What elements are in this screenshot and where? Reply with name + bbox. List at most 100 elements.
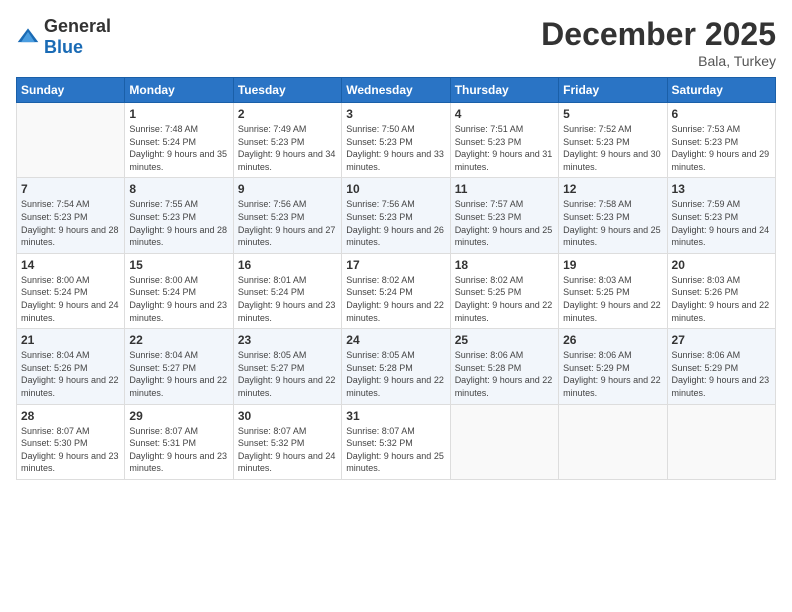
calendar-cell xyxy=(17,103,125,178)
calendar-week-row: 7Sunrise: 7:54 AM Sunset: 5:23 PM Daylig… xyxy=(17,178,776,253)
calendar-cell: 5Sunrise: 7:52 AM Sunset: 5:23 PM Daylig… xyxy=(559,103,667,178)
calendar-cell: 22 Sunrise: 8:04 AM Sunset: 5:27 PM Dayli… xyxy=(125,329,233,404)
day-number: 15 xyxy=(129,258,228,272)
day-number: 26 xyxy=(563,333,662,347)
cell-sun-info: Sunrise: 8:01 AM Sunset: 5:24 PM Dayligh… xyxy=(238,274,337,324)
calendar-cell: 3 Sunrise: 7:50 AM Sunset: 5:23 PM Daylig… xyxy=(342,103,450,178)
day-number: 21 xyxy=(21,333,120,347)
cell-sun-info: Sunrise: 8:00 AM Sunset: 5:24 PM Dayligh… xyxy=(129,274,228,324)
cell-sun-info: Sunrise: 7:51 AM Sunset: 5:23 PM Dayligh… xyxy=(455,123,554,173)
calendar-cell: 31 Sunrise: 8:07 AM Sunset: 5:32 PM Dayli… xyxy=(342,404,450,479)
day-number: 18 xyxy=(455,258,554,272)
day-number: 27 xyxy=(672,333,771,347)
day-number: 8 xyxy=(129,182,228,196)
calendar-cell: 6 Sunrise: 7:53 AM Sunset: 5:23 PM Daylig… xyxy=(667,103,775,178)
day-number: 13 xyxy=(672,182,771,196)
weekday-header: Wednesday xyxy=(342,78,450,103)
calendar-cell: 15 Sunrise: 8:00 AM Sunset: 5:24 PM Dayli… xyxy=(125,253,233,328)
weekday-header: Thursday xyxy=(450,78,558,103)
calendar-cell: 19 Sunrise: 8:03 AM Sunset: 5:25 PM Dayli… xyxy=(559,253,667,328)
cell-sun-info: Sunrise: 7:48 AM Sunset: 5:24 PM Dayligh… xyxy=(129,123,228,173)
calendar-cell: 29 Sunrise: 8:07 AM Sunset: 5:31 PM Dayli… xyxy=(125,404,233,479)
calendar-header-row: SundayMondayTuesdayWednesdayThursdayFrid… xyxy=(17,78,776,103)
cell-sun-info: Sunrise: 7:58 AM Sunset: 5:23 PM Dayligh… xyxy=(563,198,662,248)
logo-text-blue: Blue xyxy=(44,37,83,57)
weekday-header: Monday xyxy=(125,78,233,103)
cell-sun-info: Sunrise: 8:02 AM Sunset: 5:25 PM Dayligh… xyxy=(455,274,554,324)
calendar-cell: 11Sunrise: 7:57 AM Sunset: 5:23 PM Dayli… xyxy=(450,178,558,253)
cell-sun-info: Sunrise: 8:03 AM Sunset: 5:26 PM Dayligh… xyxy=(672,274,771,324)
cell-sun-info: Sunrise: 7:49 AM Sunset: 5:23 PM Dayligh… xyxy=(238,123,337,173)
calendar-cell: 9Sunrise: 7:56 AM Sunset: 5:23 PM Daylig… xyxy=(233,178,341,253)
day-number: 30 xyxy=(238,409,337,423)
location: Bala, Turkey xyxy=(541,53,776,69)
cell-sun-info: Sunrise: 8:03 AM Sunset: 5:25 PM Dayligh… xyxy=(563,274,662,324)
weekday-header: Saturday xyxy=(667,78,775,103)
page-container: General Blue December 2025 Bala, Turkey … xyxy=(0,0,792,612)
day-number: 4 xyxy=(455,107,554,121)
day-number: 19 xyxy=(563,258,662,272)
cell-sun-info: Sunrise: 8:05 AM Sunset: 5:27 PM Dayligh… xyxy=(238,349,337,399)
day-number: 12 xyxy=(563,182,662,196)
calendar-week-row: 28Sunrise: 8:07 AM Sunset: 5:30 PM Dayli… xyxy=(17,404,776,479)
day-number: 25 xyxy=(455,333,554,347)
page-header: General Blue December 2025 Bala, Turkey xyxy=(16,16,776,69)
calendar-cell: 2 Sunrise: 7:49 AM Sunset: 5:23 PM Daylig… xyxy=(233,103,341,178)
cell-sun-info: Sunrise: 8:06 AM Sunset: 5:28 PM Dayligh… xyxy=(455,349,554,399)
month-title: December 2025 xyxy=(541,16,776,53)
calendar-week-row: 21 Sunrise: 8:04 AM Sunset: 5:26 PM Dayli… xyxy=(17,329,776,404)
calendar-week-row: 14Sunrise: 8:00 AM Sunset: 5:24 PM Dayli… xyxy=(17,253,776,328)
day-number: 23 xyxy=(238,333,337,347)
calendar-cell: 23 Sunrise: 8:05 AM Sunset: 5:27 PM Dayli… xyxy=(233,329,341,404)
calendar-table: SundayMondayTuesdayWednesdayThursdayFrid… xyxy=(16,77,776,480)
cell-sun-info: Sunrise: 7:56 AM Sunset: 5:23 PM Dayligh… xyxy=(238,198,337,248)
day-number: 6 xyxy=(672,107,771,121)
calendar-cell: 4 Sunrise: 7:51 AM Sunset: 5:23 PM Daylig… xyxy=(450,103,558,178)
calendar-cell: 27 Sunrise: 8:06 AM Sunset: 5:29 PM Dayli… xyxy=(667,329,775,404)
day-number: 7 xyxy=(21,182,120,196)
calendar-cell: 17Sunrise: 8:02 AM Sunset: 5:24 PM Dayli… xyxy=(342,253,450,328)
calendar-cell: 8 Sunrise: 7:55 AM Sunset: 5:23 PM Daylig… xyxy=(125,178,233,253)
cell-sun-info: Sunrise: 8:04 AM Sunset: 5:26 PM Dayligh… xyxy=(21,349,120,399)
day-number: 29 xyxy=(129,409,228,423)
cell-sun-info: Sunrise: 8:07 AM Sunset: 5:32 PM Dayligh… xyxy=(238,425,337,475)
calendar-cell: 10Sunrise: 7:56 AM Sunset: 5:23 PM Dayli… xyxy=(342,178,450,253)
cell-sun-info: Sunrise: 7:56 AM Sunset: 5:23 PM Dayligh… xyxy=(346,198,445,248)
cell-sun-info: Sunrise: 8:07 AM Sunset: 5:32 PM Dayligh… xyxy=(346,425,445,475)
title-block: December 2025 Bala, Turkey xyxy=(541,16,776,69)
cell-sun-info: Sunrise: 8:06 AM Sunset: 5:29 PM Dayligh… xyxy=(672,349,771,399)
cell-sun-info: Sunrise: 7:53 AM Sunset: 5:23 PM Dayligh… xyxy=(672,123,771,173)
day-number: 11 xyxy=(455,182,554,196)
calendar-cell xyxy=(450,404,558,479)
cell-sun-info: Sunrise: 8:06 AM Sunset: 5:29 PM Dayligh… xyxy=(563,349,662,399)
calendar-cell: 28Sunrise: 8:07 AM Sunset: 5:30 PM Dayli… xyxy=(17,404,125,479)
cell-sun-info: Sunrise: 8:02 AM Sunset: 5:24 PM Dayligh… xyxy=(346,274,445,324)
calendar-cell: 30 Sunrise: 8:07 AM Sunset: 5:32 PM Dayli… xyxy=(233,404,341,479)
calendar-cell: 16 Sunrise: 8:01 AM Sunset: 5:24 PM Dayli… xyxy=(233,253,341,328)
calendar-week-row: 1 Sunrise: 7:48 AM Sunset: 5:24 PM Daylig… xyxy=(17,103,776,178)
calendar-cell: 24Sunrise: 8:05 AM Sunset: 5:28 PM Dayli… xyxy=(342,329,450,404)
logo-icon xyxy=(16,25,40,49)
calendar-cell: 20 Sunrise: 8:03 AM Sunset: 5:26 PM Dayli… xyxy=(667,253,775,328)
day-number: 1 xyxy=(129,107,228,121)
day-number: 16 xyxy=(238,258,337,272)
day-number: 3 xyxy=(346,107,445,121)
calendar-cell: 21 Sunrise: 8:04 AM Sunset: 5:26 PM Dayli… xyxy=(17,329,125,404)
cell-sun-info: Sunrise: 7:50 AM Sunset: 5:23 PM Dayligh… xyxy=(346,123,445,173)
calendar-cell xyxy=(667,404,775,479)
weekday-header: Sunday xyxy=(17,78,125,103)
logo: General Blue xyxy=(16,16,111,58)
cell-sun-info: Sunrise: 8:04 AM Sunset: 5:27 PM Dayligh… xyxy=(129,349,228,399)
day-number: 31 xyxy=(346,409,445,423)
day-number: 5 xyxy=(563,107,662,121)
logo-text-general: General xyxy=(44,16,111,36)
day-number: 22 xyxy=(129,333,228,347)
calendar-cell: 7Sunrise: 7:54 AM Sunset: 5:23 PM Daylig… xyxy=(17,178,125,253)
cell-sun-info: Sunrise: 8:07 AM Sunset: 5:31 PM Dayligh… xyxy=(129,425,228,475)
cell-sun-info: Sunrise: 8:00 AM Sunset: 5:24 PM Dayligh… xyxy=(21,274,120,324)
day-number: 2 xyxy=(238,107,337,121)
day-number: 20 xyxy=(672,258,771,272)
cell-sun-info: Sunrise: 7:55 AM Sunset: 5:23 PM Dayligh… xyxy=(129,198,228,248)
weekday-header: Tuesday xyxy=(233,78,341,103)
day-number: 28 xyxy=(21,409,120,423)
